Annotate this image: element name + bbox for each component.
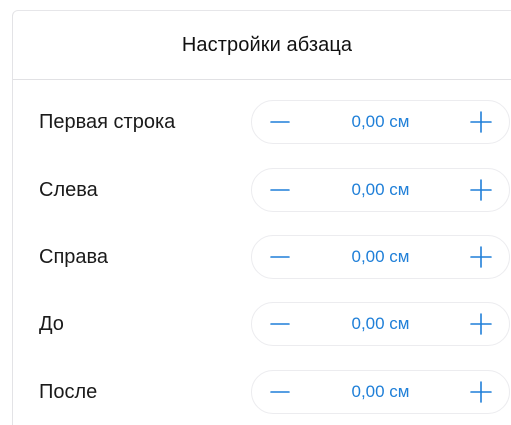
first-line-indent-stepper[interactable]: 0,00 см [251, 100, 510, 144]
first-line-indent-value[interactable]: 0,00 см [308, 101, 453, 143]
increment-button[interactable] [453, 169, 509, 211]
right-indent-stepper[interactable]: 0,00 см [251, 235, 510, 279]
spacing-before-stepper[interactable]: 0,00 см [251, 302, 510, 346]
plus-icon [470, 246, 492, 268]
left-indent-row: Слева 0,00 см [13, 168, 511, 212]
paragraph-settings-panel: Настройки абзаца Первая строка 0,00 см С… [12, 10, 511, 425]
plus-icon [470, 179, 492, 201]
right-indent-label: Справа [39, 246, 109, 268]
left-indent-label: Слева [39, 179, 98, 201]
spacing-after-row: После 0,00 см [13, 370, 511, 414]
decrement-button[interactable] [252, 101, 308, 143]
minus-icon [270, 391, 290, 393]
spacing-before-value[interactable]: 0,00 см [308, 303, 453, 345]
right-indent-row: Справа 0,00 см [13, 235, 511, 279]
right-indent-value[interactable]: 0,00 см [308, 236, 453, 278]
first-line-indent-row: Первая строка 0,00 см [13, 100, 511, 144]
minus-icon [270, 189, 290, 191]
left-indent-value[interactable]: 0,00 см [308, 169, 453, 211]
increment-button[interactable] [453, 371, 509, 413]
minus-icon [270, 256, 290, 258]
plus-icon [470, 111, 492, 133]
decrement-button[interactable] [252, 169, 308, 211]
increment-button[interactable] [453, 303, 509, 345]
spacing-after-label: После [39, 381, 98, 403]
minus-icon [270, 121, 290, 123]
increment-button[interactable] [453, 101, 509, 143]
panel-header: Настройки абзаца [13, 11, 511, 80]
minus-icon [270, 323, 290, 325]
spacing-after-value[interactable]: 0,00 см [308, 371, 453, 413]
plus-icon [470, 313, 492, 335]
decrement-button[interactable] [252, 303, 308, 345]
spacing-before-label: До [39, 313, 64, 335]
first-line-indent-label: Первая строка [39, 111, 176, 133]
plus-icon [470, 381, 492, 403]
increment-button[interactable] [453, 236, 509, 278]
decrement-button[interactable] [252, 236, 308, 278]
spacing-before-row: До 0,00 см [13, 302, 511, 346]
decrement-button[interactable] [252, 371, 308, 413]
panel-title: Настройки абзаца [181, 33, 353, 56]
left-indent-stepper[interactable]: 0,00 см [251, 168, 510, 212]
spacing-after-stepper[interactable]: 0,00 см [251, 370, 510, 414]
